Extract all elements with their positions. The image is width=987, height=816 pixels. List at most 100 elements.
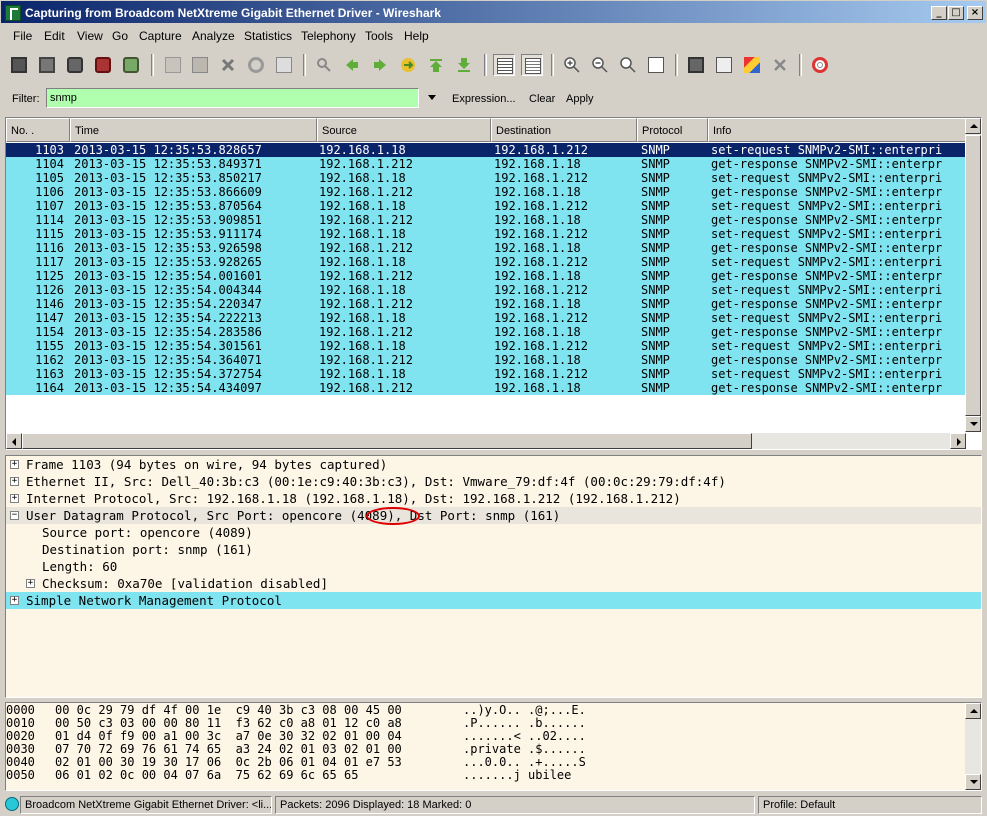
table-row[interactable]: 1163 2013-03-15 12:35:54.372754 192.168.1.… (6, 367, 966, 381)
collapse-icon[interactable]: − (10, 511, 19, 520)
expand-icon[interactable]: + (10, 477, 19, 486)
table-row[interactable]: 1164 2013-03-15 12:35:54.434097 192.168.1.… (6, 381, 966, 395)
stop-icon[interactable] (92, 54, 114, 76)
table-row[interactable]: 1155 2013-03-15 12:35:54.301561 192.168.1.… (6, 339, 966, 353)
packet-list-vscrollbar[interactable] (965, 118, 981, 432)
menu-telephony[interactable]: Telephony (301, 29, 356, 43)
table-row[interactable]: 1154 2013-03-15 12:35:54.283586 192.168.1.… (6, 325, 966, 339)
table-row[interactable]: 1103 2013-03-15 12:35:53.828657 192.168.1.… (6, 143, 966, 157)
table-row[interactable]: 1147 2013-03-15 12:35:54.222213 192.168.1.… (6, 311, 966, 325)
tree-item-length[interactable]: Length: 60 (6, 558, 981, 575)
scroll-right-button[interactable] (950, 433, 966, 449)
restart-icon[interactable] (120, 54, 142, 76)
table-row[interactable]: 1162 2013-03-15 12:35:54.364071 192.168.1.… (6, 353, 966, 367)
zoom-out-icon[interactable] (589, 54, 611, 76)
menu-capture[interactable]: Capture (139, 29, 182, 43)
tree-item-udp[interactable]: − User Datagram Protocol, Src Port: open… (6, 507, 981, 524)
menu-statistics[interactable]: Statistics (244, 29, 292, 43)
tree-item-ethernet[interactable]: + Ethernet II, Src: Dell_40:3b:c3 (00:1e… (6, 473, 981, 490)
expand-icon[interactable]: + (10, 460, 19, 469)
table-row[interactable]: 1114 2013-03-15 12:35:53.909851 192.168.1.… (6, 213, 966, 227)
scroll-up-button[interactable] (965, 118, 981, 134)
column-header-info[interactable]: Info (708, 118, 966, 142)
first-packet-icon[interactable] (425, 54, 447, 76)
autoscroll-icon[interactable] (521, 54, 543, 76)
help-icon[interactable] (809, 54, 831, 76)
scroll-down-button[interactable] (965, 416, 981, 432)
menu-view[interactable]: View (77, 29, 103, 43)
column-header-time[interactable]: Time (70, 118, 317, 142)
zoom-in-icon[interactable] (561, 54, 583, 76)
expand-icon[interactable]: + (26, 579, 35, 588)
packet-bytes-pane[interactable]: 0000 00 0c 29 79 df 4f 00 1e c9 40 3b c3 … (5, 702, 982, 791)
capture-filters-icon[interactable] (685, 54, 707, 76)
save-icon[interactable] (189, 54, 211, 76)
filter-dropdown-icon[interactable] (428, 95, 436, 100)
table-row[interactable]: 1115 2013-03-15 12:35:53.911174 192.168.1.… (6, 227, 966, 241)
find-icon[interactable] (313, 54, 335, 76)
forward-icon[interactable] (369, 54, 391, 76)
packet-list-pane[interactable]: No. . Time Source Destination Protocol I… (5, 117, 982, 450)
scroll-up-button[interactable] (965, 703, 981, 719)
tree-item-frame[interactable]: + Frame 1103 (94 bytes on wire, 94 bytes… (6, 456, 981, 473)
normal-size-icon[interactable] (617, 54, 639, 76)
table-row[interactable]: 1126 2013-03-15 12:35:54.004344 192.168.1.… (6, 283, 966, 297)
reload-icon[interactable] (245, 54, 267, 76)
print-icon[interactable] (273, 54, 295, 76)
open-icon[interactable] (162, 54, 184, 76)
table-row[interactable]: 1146 2013-03-15 12:35:54.220347 192.168.1.… (6, 297, 966, 311)
table-row[interactable]: 1104 2013-03-15 12:35:53.849371 192.168.1.… (6, 157, 966, 171)
expression-button[interactable]: Expression... (452, 93, 516, 105)
status-profile[interactable]: Profile: Default (758, 796, 982, 814)
apply-button[interactable]: Apply (566, 93, 594, 105)
table-row[interactable]: 1125 2013-03-15 12:35:54.001601 192.168.1.… (6, 269, 966, 283)
last-packet-icon[interactable] (453, 54, 475, 76)
interfaces-icon[interactable] (8, 54, 30, 76)
close-file-icon[interactable] (217, 54, 239, 76)
table-row[interactable]: 1107 2013-03-15 12:35:53.870564 192.168.1.… (6, 199, 966, 213)
menu-file[interactable]: File (13, 29, 32, 43)
start-icon[interactable] (64, 54, 86, 76)
options-icon[interactable] (36, 54, 58, 76)
table-row[interactable]: 1106 2013-03-15 12:35:53.866609 192.168.1.… (6, 185, 966, 199)
menu-analyze[interactable]: Analyze (192, 29, 235, 43)
table-row[interactable]: 1116 2013-03-15 12:35:53.926598 192.168.1.… (6, 241, 966, 255)
tree-item-checksum[interactable]: + Checksum: 0xa70e [validation disabled] (6, 575, 981, 592)
wireshark-app-icon[interactable] (5, 5, 21, 21)
preferences-icon[interactable] (769, 54, 791, 76)
back-icon[interactable] (341, 54, 363, 76)
scroll-down-button[interactable] (965, 774, 981, 790)
clear-button[interactable]: Clear (529, 93, 555, 105)
column-header-protocol[interactable]: Protocol (637, 118, 708, 142)
bytes-vscrollbar[interactable] (965, 703, 981, 790)
coloring-rules-icon[interactable] (741, 54, 763, 76)
menu-edit[interactable]: Edit (44, 29, 65, 43)
table-row[interactable]: 1117 2013-03-15 12:35:53.928265 192.168.1.… (6, 255, 966, 269)
resize-columns-icon[interactable] (645, 54, 667, 76)
scroll-thumb[interactable] (965, 135, 981, 416)
tree-item-dst-port[interactable]: Destination port: snmp (161) (6, 541, 981, 558)
scroll-left-button[interactable] (6, 433, 22, 449)
packet-list-hscrollbar[interactable] (6, 433, 966, 449)
menu-help[interactable]: Help (404, 29, 429, 43)
colorize-icon[interactable] (493, 54, 515, 76)
minimize-button[interactable]: _ (931, 6, 947, 20)
hscroll-thumb[interactable] (22, 433, 752, 449)
menu-go[interactable]: Go (112, 29, 128, 43)
expand-icon[interactable]: + (10, 494, 19, 503)
title-bar[interactable]: Capturing from Broadcom NetXtreme Gigabi… (0, 0, 987, 24)
column-header-destination[interactable]: Destination (491, 118, 637, 142)
tree-item-ip[interactable]: + Internet Protocol, Src: 192.168.1.18 (… (6, 490, 981, 507)
goto-icon[interactable] (397, 54, 419, 76)
filter-input[interactable]: snmp (46, 88, 419, 108)
tree-item-src-port[interactable]: Source port: opencore (4089) (6, 524, 981, 541)
close-button[interactable]: × (967, 6, 983, 20)
table-row[interactable]: 1105 2013-03-15 12:35:53.850217 192.168.1.… (6, 171, 966, 185)
maximize-button[interactable]: □ (948, 6, 964, 20)
expert-info-icon[interactable] (5, 797, 19, 811)
tree-item-snmp[interactable]: + Simple Network Management Protocol (6, 592, 981, 609)
column-header-source[interactable]: Source (317, 118, 491, 142)
column-header-no[interactable]: No. . (6, 118, 70, 142)
menu-tools[interactable]: Tools (365, 29, 393, 43)
expand-icon[interactable]: + (10, 596, 19, 605)
